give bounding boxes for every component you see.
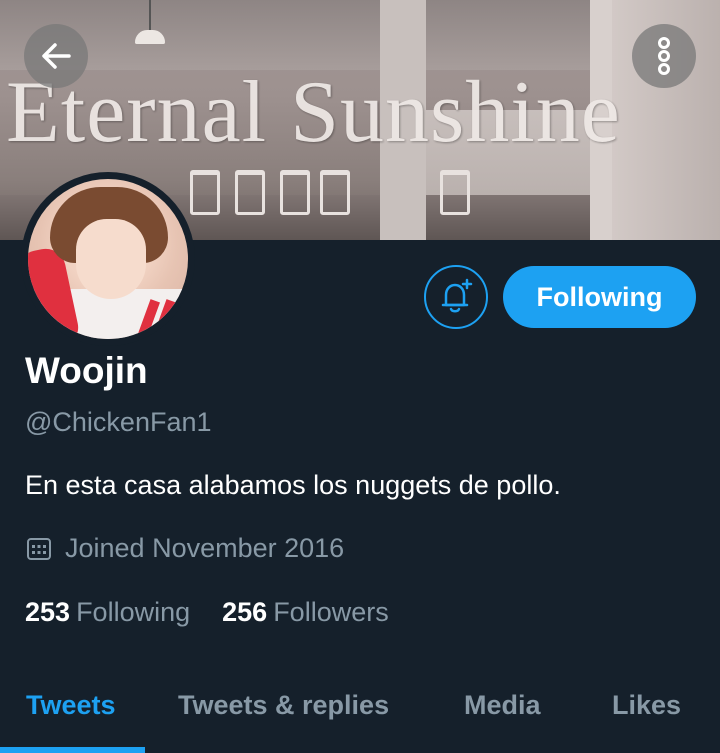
tab-tweets-and-replies[interactable]: Tweets & replies	[178, 690, 389, 721]
profile-name: Woojin	[25, 350, 148, 391]
arrow-left-icon	[42, 43, 71, 69]
joined-date: Joined November 2016	[25, 533, 344, 564]
profile-bio: En esta casa alabamos los nuggets de pol…	[25, 470, 561, 500]
tab-tweets[interactable]: Tweets	[26, 690, 116, 721]
banner-chair	[440, 170, 470, 215]
banner-chair	[235, 170, 265, 215]
back-button[interactable]	[24, 24, 88, 88]
following-button[interactable]: Following	[503, 266, 696, 328]
profile-tabs: Tweets Tweets & replies Media Likes	[0, 670, 720, 753]
joined-text: Joined November 2016	[65, 533, 345, 563]
banner-lamp	[135, 0, 165, 44]
profile-handle: @ChickenFan1	[25, 407, 212, 437]
tab-media[interactable]: Media	[464, 690, 541, 721]
calendar-icon	[27, 537, 51, 560]
following-label: Following	[76, 597, 191, 627]
banner-chair	[190, 170, 220, 215]
banner-chair	[320, 170, 350, 215]
tab-likes[interactable]: Likes	[612, 690, 681, 721]
vertical-dots-icon	[658, 37, 670, 75]
followers-label: Followers	[273, 597, 389, 627]
profile-stats: 253 Following 256 Followers	[25, 597, 389, 628]
avatar-face	[76, 219, 146, 299]
following-stat[interactable]: 253 Following	[25, 597, 190, 628]
avatar-photo	[28, 179, 188, 339]
more-options-button[interactable]	[632, 24, 696, 88]
following-count: 253	[25, 597, 71, 627]
avatar[interactable]	[21, 172, 195, 346]
followers-count: 256	[222, 597, 268, 627]
notifications-button[interactable]	[424, 265, 488, 329]
banner-chair	[280, 170, 310, 215]
active-tab-indicator	[0, 747, 145, 753]
banner-title: Eternal Sunshine	[6, 64, 621, 161]
bell-plus-icon	[441, 278, 473, 313]
followers-stat[interactable]: 256 Followers	[222, 597, 389, 628]
